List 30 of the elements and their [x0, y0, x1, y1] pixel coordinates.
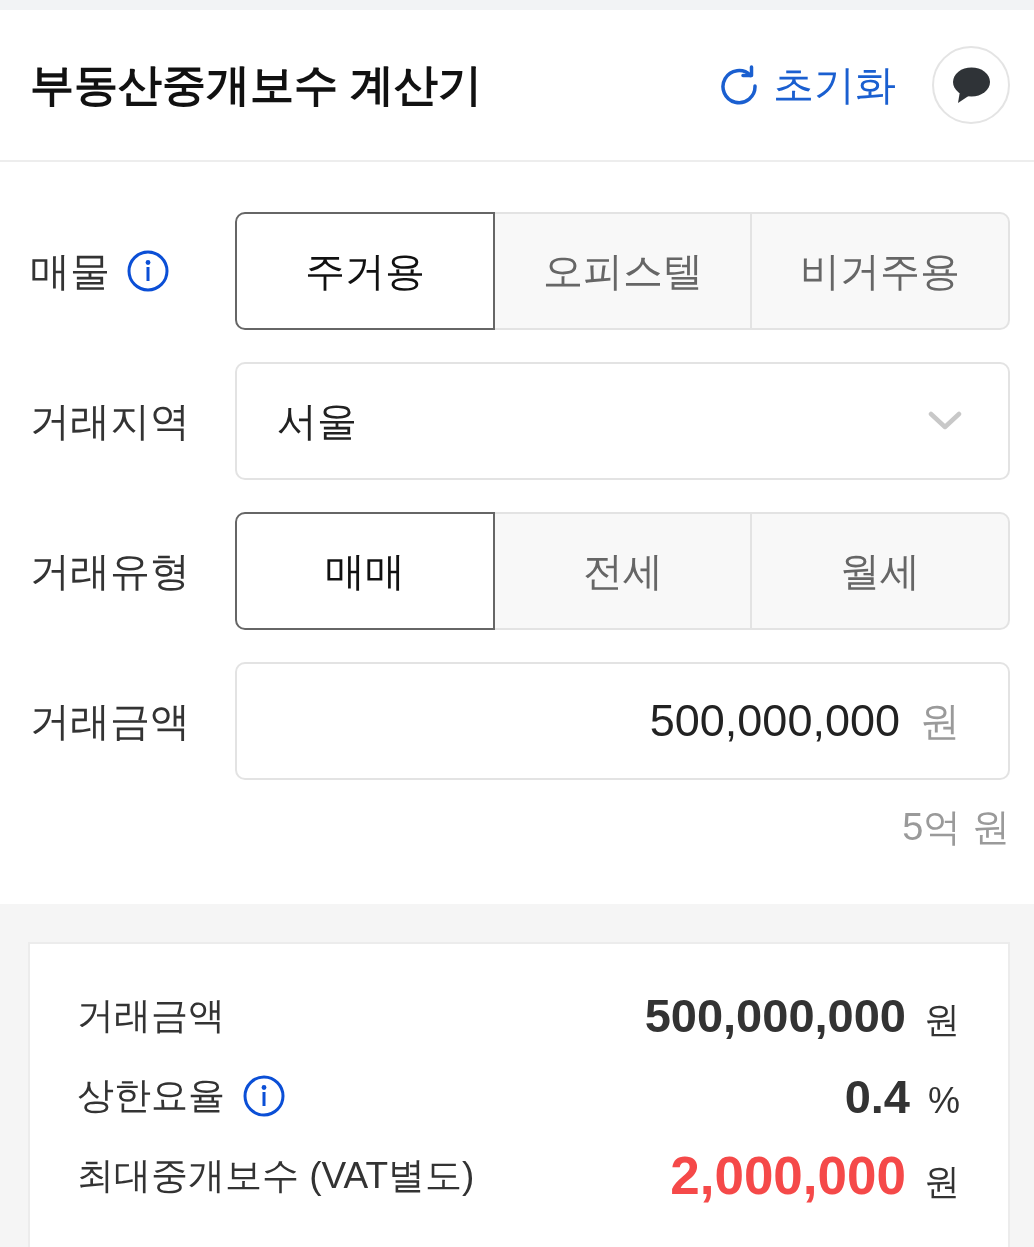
option-tab[interactable]: 비거주용: [750, 212, 1010, 330]
field-label: 거래지역: [30, 397, 190, 445]
reset-button[interactable]: 초기화: [719, 57, 896, 113]
region-dropdown[interactable]: 서울: [235, 362, 1010, 480]
result-value: 2,000,000: [670, 1145, 906, 1206]
result-label: 거래금액: [77, 994, 225, 1038]
option-tab[interactable]: 주거용: [235, 212, 495, 330]
result-value: 500,000,000: [644, 987, 906, 1043]
field-label: 거래금액: [30, 697, 190, 745]
option-tab[interactable]: 매매: [235, 512, 495, 630]
result-label: 최대중개보수 (VAT별도): [77, 1154, 475, 1198]
chevron-down-icon: [928, 411, 962, 431]
amount-in-words: 5억 원: [902, 805, 1010, 850]
unit-label: %: [928, 1079, 960, 1122]
unit-label: 원: [924, 997, 960, 1042]
info-icon[interactable]: [243, 1075, 285, 1117]
page-title: 부동산중개보수 계산기: [30, 58, 484, 111]
option-tab[interactable]: 오피스텔: [492, 212, 753, 330]
option-tab[interactable]: 월세: [750, 512, 1010, 630]
option-tab[interactable]: 전세: [492, 512, 753, 630]
speech-bubble-icon: [951, 66, 991, 104]
result-label: 상한요율: [77, 1074, 225, 1118]
unit-label: 원: [920, 697, 960, 745]
field-label: 거래유형: [30, 547, 190, 595]
field-label: 매물: [30, 247, 110, 295]
result-value: 0.4: [844, 1068, 910, 1124]
info-icon[interactable]: [127, 250, 169, 292]
amount-input[interactable]: 500,000,000 원: [235, 662, 1010, 780]
refresh-icon: [719, 65, 759, 105]
unit-label: 원: [924, 1160, 960, 1204]
